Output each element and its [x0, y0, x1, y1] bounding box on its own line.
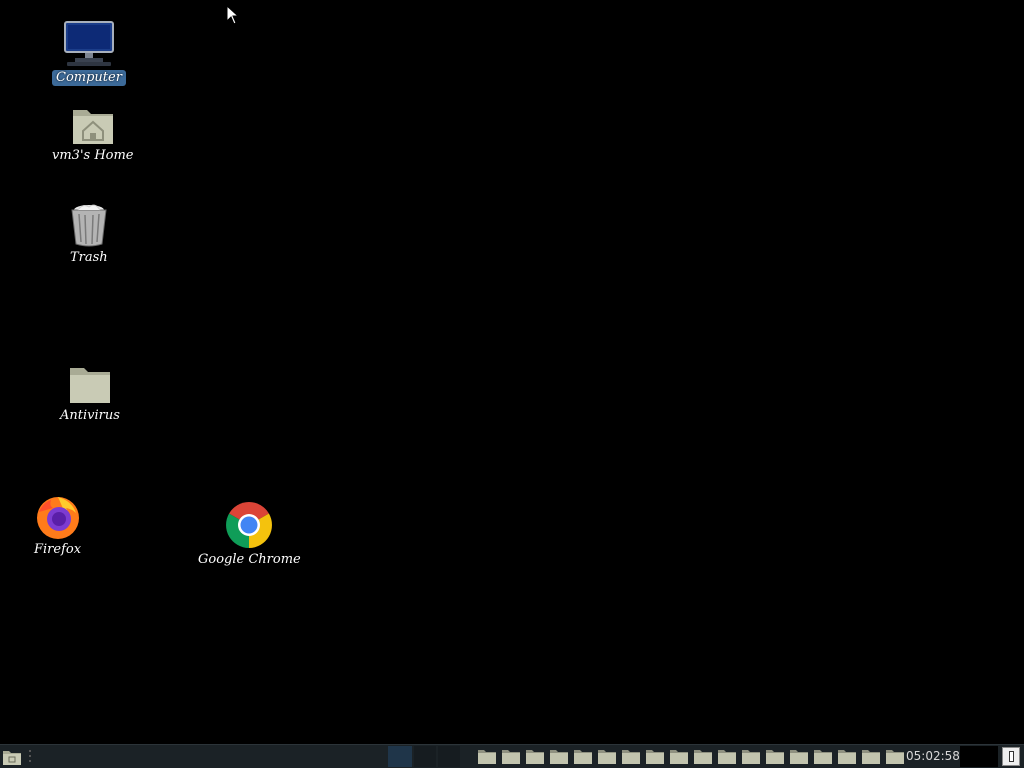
desktop-icon-label: Firefox	[34, 542, 82, 557]
clock[interactable]: 05:02:58	[906, 745, 960, 768]
launcher-folder-icon[interactable]	[549, 747, 569, 765]
launcher-folder-icon[interactable]	[645, 747, 665, 765]
launcher-folder-icon[interactable]	[861, 747, 881, 765]
launcher-folder-icon[interactable]	[741, 747, 761, 765]
launcher-folder-icon[interactable]	[477, 747, 497, 765]
launcher-folder-icon[interactable]	[597, 747, 617, 765]
launcher-folder-icon[interactable]	[885, 747, 905, 765]
desktop-icon-trash[interactable]: Trash	[66, 202, 112, 266]
desktop-icon-label: Computer	[52, 70, 126, 86]
launcher-folder-icon[interactable]	[837, 747, 857, 765]
show-desktop-button[interactable]	[1002, 747, 1020, 766]
firefox-icon	[36, 497, 79, 539]
launcher-folder-icon[interactable]	[621, 747, 641, 765]
launcher-folder-icon[interactable]	[669, 747, 689, 765]
trash-icon	[71, 204, 107, 247]
launcher-folder-icon[interactable]	[525, 747, 545, 765]
desktop-icon-google-chrome[interactable]: Google Chrome	[194, 500, 305, 568]
taskbar: 05:02:58	[0, 744, 1024, 768]
taskbar-grip[interactable]	[28, 749, 32, 765]
taskbar-window-button[interactable]	[438, 746, 460, 767]
computer-icon	[63, 21, 114, 66]
launcher-folder-group	[477, 747, 905, 765]
mouse-pointer-icon	[226, 5, 240, 25]
launcher-folder-icon[interactable]	[765, 747, 785, 765]
launcher-folder-icon[interactable]	[789, 747, 809, 765]
taskbar-window-button[interactable]	[388, 746, 412, 767]
desktop: Computer vm3's Home Trash Antivirus Fire…	[0, 0, 1024, 744]
chrome-icon	[226, 502, 273, 548]
folder-icon	[69, 368, 110, 403]
desktop-icon-computer[interactable]: Computer	[52, 20, 126, 86]
desktop-icon-firefox[interactable]: Firefox	[30, 492, 85, 558]
menu-folder-icon[interactable]	[2, 748, 22, 766]
desktop-icon-home[interactable]: vm3's Home	[48, 104, 138, 164]
home-folder-icon	[72, 110, 113, 144]
launcher-folder-icon[interactable]	[693, 747, 713, 765]
desktop-icon-label: Google Chrome	[198, 552, 301, 567]
taskbar-window-button[interactable]	[414, 746, 436, 767]
launcher-folder-icon[interactable]	[813, 747, 833, 765]
desktop-icon-antivirus[interactable]: Antivirus	[56, 364, 124, 424]
launcher-folder-icon[interactable]	[501, 747, 521, 765]
launcher-folder-icon[interactable]	[573, 747, 593, 765]
desktop-icon-label: Trash	[70, 250, 108, 265]
tray-area	[960, 746, 998, 767]
launcher-folder-icon[interactable]	[717, 747, 737, 765]
desktop-icon-label: Antivirus	[60, 408, 120, 423]
desktop-icon-label: vm3's Home	[52, 148, 134, 163]
